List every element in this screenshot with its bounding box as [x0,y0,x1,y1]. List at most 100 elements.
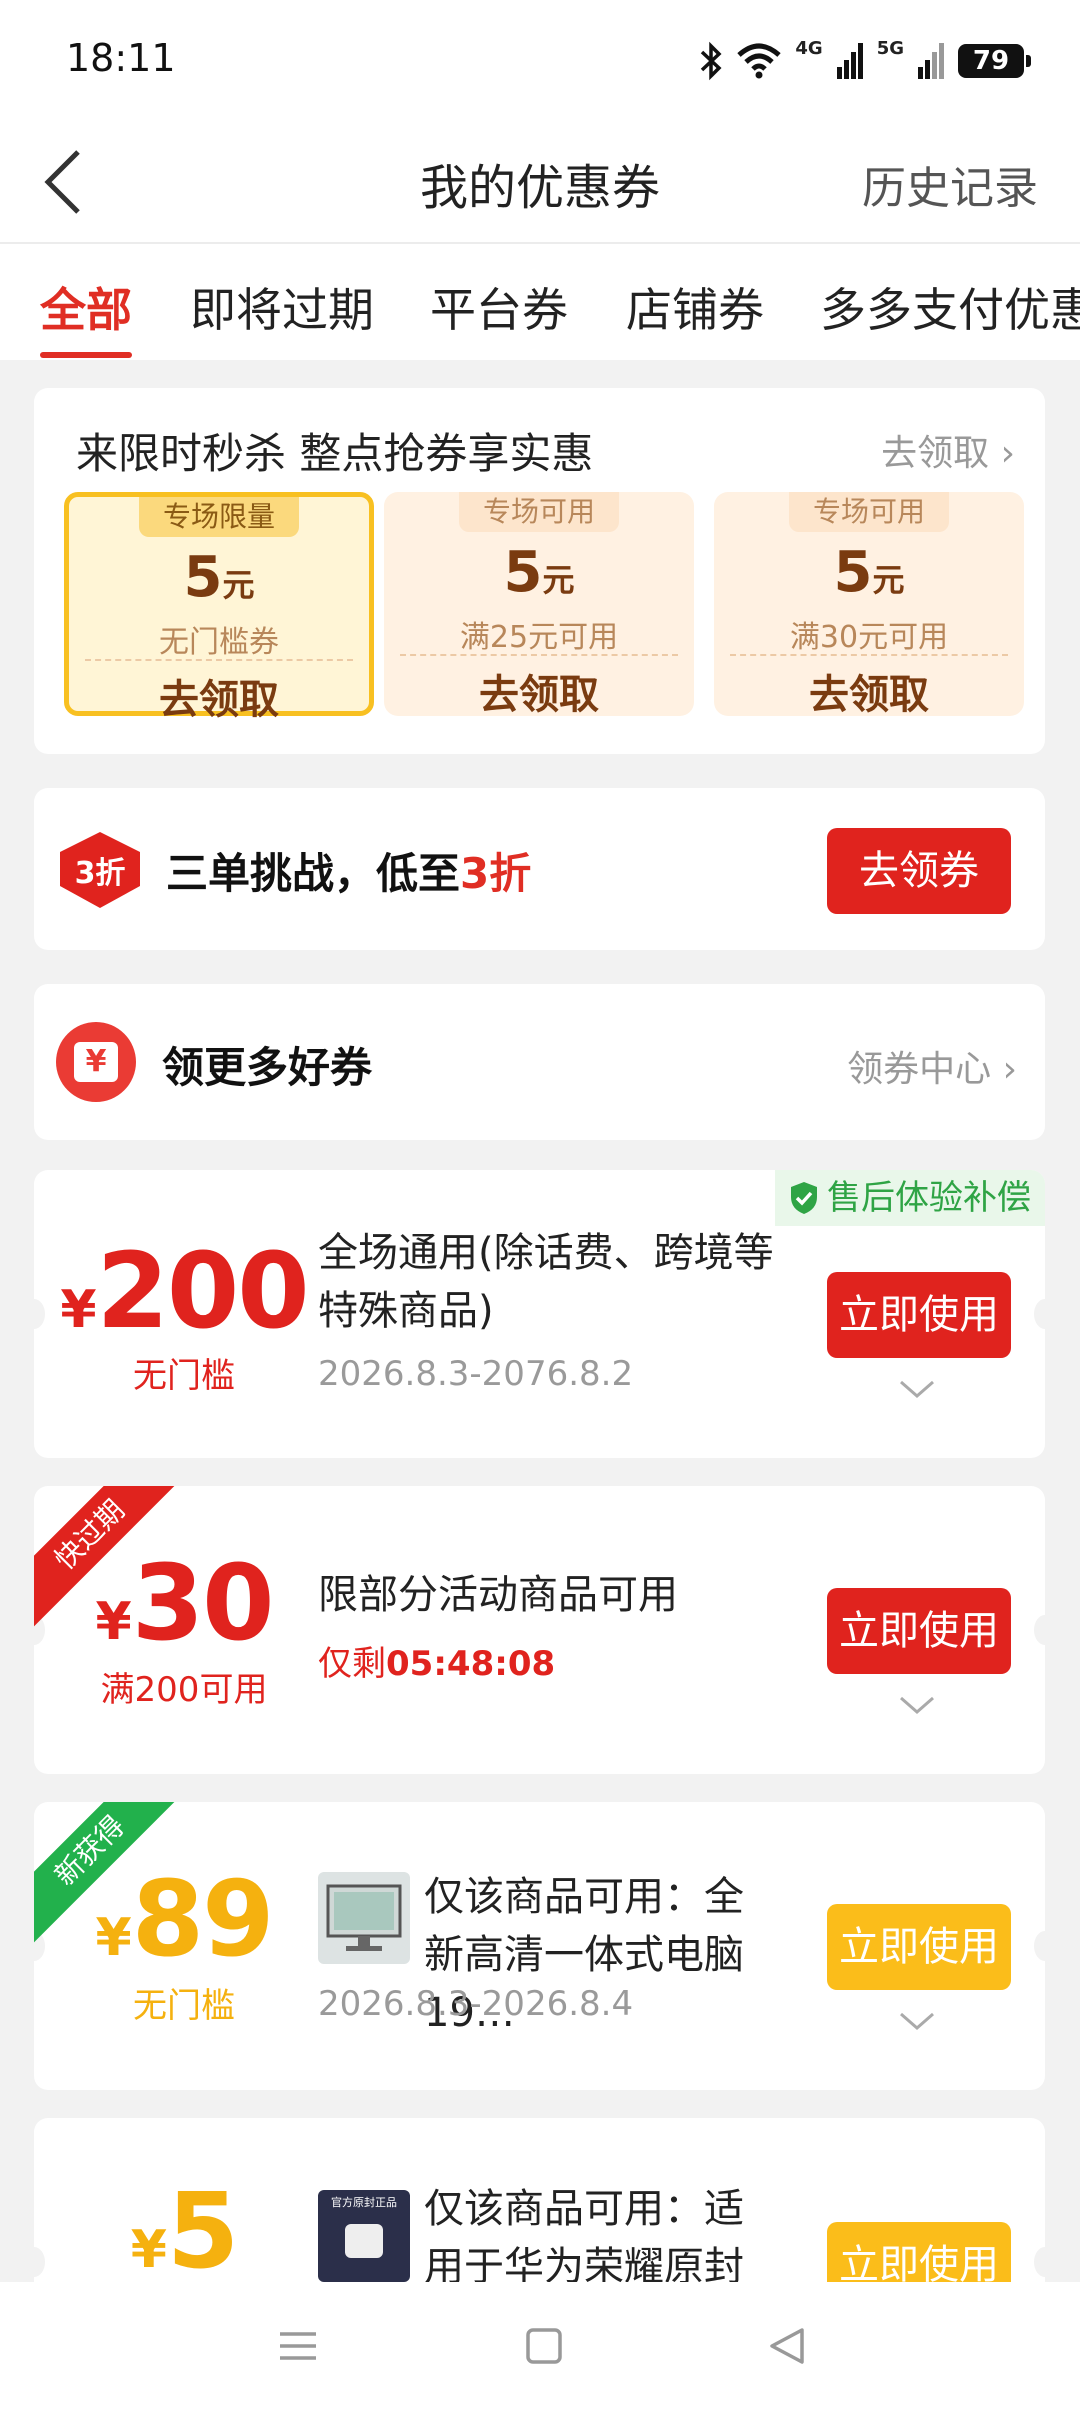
coupon-item: 快过期 ¥30 满200可用 限部分活动商品可用 仅剩05:48:08 立即使用 [34,1486,1045,1774]
coupon-condition: 无门槛 [133,1986,235,2026]
status-icons: 4G 5G 79 [699,36,1031,86]
coupon-ticket-symbol: ¥ [74,1042,118,1082]
flash-coupon[interactable]: 专场限量 5元 无门槛券 去领取 [64,492,374,723]
home-icon[interactable] [514,2322,574,2370]
flash-coupon-claim-button[interactable]: 去领取 [714,662,1024,720]
flash-coupon[interactable]: 专场可用 5元 满30元可用 去领取 [714,492,1024,718]
shield-check-icon [791,1182,817,1214]
flash-coupon-condition: 满30元可用 [789,620,949,655]
coupon-notch [1034,1931,1045,1961]
coupon-validity: 2026.8.3-2026.8.4 [318,1984,634,2024]
thumbnail-caption: 官方原封正品 [331,2196,397,2209]
after-sale-badge-label: 售后体验补偿 [827,1178,1031,1218]
charger-shape [345,2224,383,2258]
status-time: 18:11 [66,36,176,80]
divider [85,659,353,661]
flash-coupon-amount-value: 5 [503,540,543,605]
coupon-amount-value: 30 [131,1542,275,1664]
use-now-button[interactable]: 立即使用 [827,1588,1011,1674]
coupon-description: 仅该商品可用：适用于华为荣耀原封数… [424,2186,744,2282]
tab-bar: 全部 即将过期 平台券 店铺券 多多支付优惠 [0,244,1080,360]
chevron-right-icon: › [991,1049,1017,1090]
flash-coupon-amount: 5元 [384,540,694,605]
more-coupons-title: 领更多好券 [162,1043,373,1092]
status-bar: 18:11 4G 5G 79 [0,0,1080,120]
currency-symbol: ¥ [95,1908,132,1968]
coupon-center-link[interactable]: 领券中心 › [847,1040,1017,1092]
flash-coupon-unit: 元 [872,561,905,599]
after-sale-badge: 售后体验补偿 [775,1170,1045,1226]
coupon-item: ¥5 官方原封正品 仅该商品可用：适用于华为荣耀原封数… 立即使用 [34,2118,1045,2282]
coupon-amount: ¥5 [34,2170,334,2282]
coupon-notch [1034,1299,1045,1329]
coupon-amount-value: 89 [131,1858,275,1980]
coupon-condition: 无门槛 [133,1356,235,1396]
coupon-description: 限部分活动商品可用 [318,1572,678,1618]
coupon-validity: 2026.8.3-2076.8.2 [318,1354,634,1394]
chevron-down-icon[interactable] [897,1378,937,1402]
history-link[interactable]: 历史记录 [862,152,1038,216]
countdown-timer: 05:48:08 [386,1644,556,1684]
product-thumbnail-monitor[interactable] [318,1872,410,1964]
system-navigation-bar [0,2282,1080,2412]
flash-coupon-amount-value: 5 [833,540,873,605]
three-order-challenge-card: 3折 三单挑战，低至3折 去领券 [34,788,1045,950]
flash-sale-title: 来限时秒杀 整点抢券享实惠 [76,429,594,478]
flash-coupon-tag: 专场可用 [789,492,949,532]
coupon-center-label: 领券中心 [847,1049,992,1090]
tab-platform[interactable]: 平台券 [430,274,568,340]
flash-coupon-amount: 5元 [714,540,1024,605]
coupon-description: 全场通用(除话费、跨境等特殊商品) [318,1230,774,1334]
signal-icon [836,43,863,79]
flash-coupon-tag: 专场限量 [139,497,299,537]
flash-coupon-unit: 元 [542,561,575,599]
currency-symbol: ¥ [130,2220,167,2280]
coupon-item: 新获得 ¥89 无门槛 仅该商品可用：全新高清一体式电脑19… 2026.8.3… [34,1802,1045,2090]
countdown-label: 仅剩 [318,1644,386,1684]
tab-expiring[interactable]: 即将过期 [190,274,374,340]
flash-sale-claim-link[interactable]: 去领取 › [881,424,1015,476]
coupon-countdown: 仅剩05:48:08 [318,1636,555,1685]
coupon-notch [1034,1615,1045,1645]
coupon-amount-value: 200 [96,1230,310,1352]
coupon-notch [1034,2247,1045,2277]
menu-icon[interactable] [268,2322,328,2370]
flash-coupon-unit: 元 [222,566,255,604]
use-now-button[interactable]: 立即使用 [827,1272,1011,1358]
network-4g-label: 4G [795,38,823,59]
bluetooth-icon [701,41,722,81]
discount-badge-label: 3折 [74,856,126,891]
wifi-icon [737,43,782,79]
get-coupon-button[interactable]: 去领券 [827,828,1011,914]
promo-text-highlight: 3折 [460,849,532,898]
coupon-amount: ¥200 [34,1230,334,1352]
tab-all[interactable]: 全部 [40,274,132,340]
battery-icon: 79 [958,44,1031,78]
coupon-item: 售后体验补偿 ¥200 无门槛 全场通用(除话费、跨境等特殊商品) 2026.8… [34,1170,1045,1458]
flash-sale-card: 来限时秒杀 整点抢券享实惠 去领取 › 专场限量 5元 无门槛券 去领取 专场可… [34,388,1045,754]
product-thumbnail-charger[interactable]: 官方原封正品 [318,2190,410,2282]
back-icon[interactable] [758,2322,818,2370]
currency-symbol: ¥ [60,1280,97,1340]
flash-coupon[interactable]: 专场可用 5元 满25元可用 去领取 [384,492,694,718]
flash-coupon-amount-value: 5 [183,545,223,610]
flash-coupon-amount: 5元 [69,545,369,610]
more-coupons-card[interactable]: ¥ 领更多好券 领券中心 › [34,984,1045,1140]
coupon-ticket-icon: ¥ [56,1022,136,1102]
promo-text: 三单挑战，低至3折 [166,840,531,901]
chevron-down-icon[interactable] [897,1694,937,1718]
use-now-button[interactable]: 立即使用 [827,2222,1011,2282]
flash-coupon-claim-button[interactable]: 去领取 [384,662,694,720]
chevron-right-icon: › [989,433,1015,474]
flash-coupon-claim-button[interactable]: 去领取 [69,667,369,725]
coupon-amount: ¥30 [34,1542,334,1664]
tab-shop[interactable]: 店铺券 [626,274,764,340]
use-now-button[interactable]: 立即使用 [827,1904,1011,1990]
promo-text-main: 三单挑战，低至 [166,849,461,898]
flash-coupon-condition: 无门槛券 [159,625,279,660]
chevron-down-icon[interactable] [897,2010,937,2034]
currency-symbol: ¥ [95,1592,132,1652]
signal-icon-2 [918,43,944,79]
flash-coupon-tag: 专场可用 [459,492,619,532]
tab-duoduo-pay[interactable]: 多多支付优惠 [820,274,1080,340]
